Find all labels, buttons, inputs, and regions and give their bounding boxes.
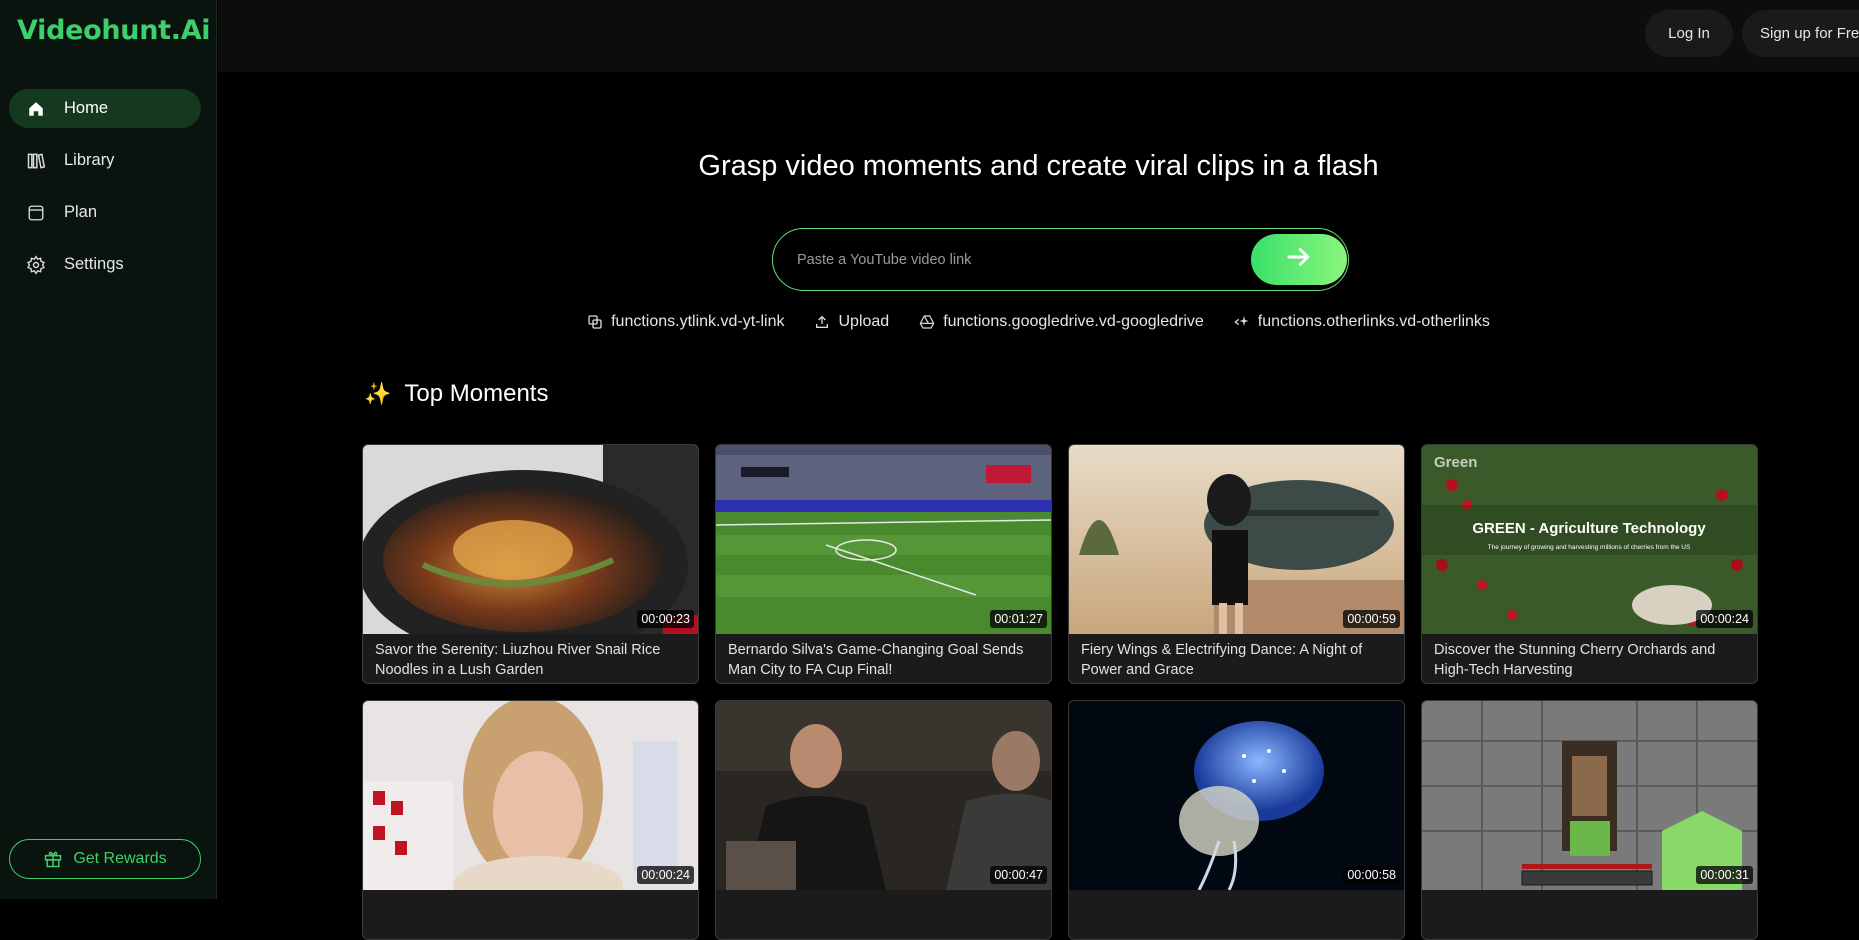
moment-title: Savor the Serenity: Liuzhou River Snail … [375, 642, 661, 678]
sidebar-item-home[interactable]: Home [9, 89, 201, 128]
moment-card[interactable]: 00:00:59 Fiery Wings & Electrifying Danc… [1068, 444, 1405, 684]
source-label: Upload [838, 313, 890, 330]
google-drive-icon [919, 314, 935, 330]
brand-logo[interactable]: Videohunt.Ai [17, 15, 211, 46]
video-thumbnail: 00:00:58 [1069, 701, 1404, 890]
source-google-drive[interactable]: functions.googledrive.vd-googledrive [919, 313, 1204, 331]
source-upload[interactable]: Upload [814, 313, 889, 331]
top-moments-heading: ✨ Top Moments [364, 380, 548, 408]
video-duration: 00:00:47 [990, 866, 1047, 884]
video-thumbnail: 00:01:27 [716, 445, 1051, 634]
video-duration: 00:00:24 [1696, 610, 1753, 628]
video-duration: 00:00:24 [637, 866, 694, 884]
video-thumbnail: 00:00:47 [716, 701, 1051, 890]
login-button[interactable]: Log In [1645, 10, 1733, 57]
thumbnail-title-text: GREEN - Agriculture Technology [1472, 520, 1706, 537]
home-icon [25, 98, 47, 120]
video-duration: 00:01:27 [990, 610, 1047, 628]
moment-title: Discover the Stunning Cherry Orchards an… [1434, 642, 1716, 678]
moment-title: Bernardo Silva's Game-Changing Goal Send… [728, 642, 1024, 678]
channel-watermark: Green [1434, 454, 1477, 471]
sidebar-item-label: Library [64, 151, 115, 169]
sparkles-icon: ✨ [364, 381, 392, 406]
source-youtube-link[interactable]: functions.ytlink.vd-yt-link [587, 313, 784, 331]
sidebar-nav: Home Library Plan Settings [9, 89, 201, 297]
sidebar-item-label: Home [64, 99, 109, 117]
video-link-input[interactable] [797, 247, 1237, 273]
arrow-right-icon [1284, 242, 1314, 277]
sidebar-item-library[interactable]: Library [9, 141, 201, 180]
video-thumbnail: 00:00:31 [1422, 701, 1757, 890]
sidebar-item-label: Plan [64, 203, 98, 221]
video-duration: 00:00:58 [1343, 866, 1400, 884]
source-label: functions.otherlinks.vd-otherlinks [1257, 313, 1490, 330]
submit-link-button[interactable] [1251, 234, 1347, 285]
library-icon [25, 150, 47, 172]
link-icon [587, 314, 603, 330]
moment-card[interactable]: 00:00:24 [362, 700, 699, 940]
video-duration: 00:00:59 [1343, 610, 1400, 628]
video-duration: 00:00:23 [637, 610, 694, 628]
get-rewards-button[interactable]: Get Rewards [9, 839, 201, 879]
gift-icon [43, 849, 63, 869]
hero-title: Grasp video moments and create viral cli… [698, 150, 1379, 182]
video-link-search [772, 228, 1349, 291]
moment-card[interactable]: 00:00:47 [715, 700, 1052, 940]
section-title: Top Moments [404, 380, 549, 407]
gear-icon [25, 254, 47, 276]
upload-icon [814, 314, 830, 330]
sidebar: Videohunt.Ai Home Library Plan Settings [0, 0, 217, 899]
signup-button[interactable]: Sign up for Free [1742, 10, 1859, 57]
source-other-links[interactable]: functions.otherlinks.vd-otherlinks [1234, 313, 1490, 331]
top-bar [218, 0, 1859, 72]
video-thumbnail: Green GREEN - Agriculture Technology The… [1422, 445, 1757, 634]
video-thumbnail: 00:00:24 [363, 701, 698, 890]
source-label: functions.ytlink.vd-yt-link [611, 313, 785, 330]
sparkle-link-icon [1234, 314, 1250, 330]
video-duration: 00:00:31 [1696, 866, 1753, 884]
source-label: functions.googledrive.vd-googledrive [943, 313, 1204, 330]
video-thumbnail: 00:00:59 [1069, 445, 1404, 634]
thumbnail-subtitle-text: The journey of growing and harvesting mi… [1488, 544, 1691, 551]
plan-icon [25, 202, 47, 224]
sidebar-item-plan[interactable]: Plan [9, 193, 201, 232]
sidebar-item-settings[interactable]: Settings [9, 245, 201, 284]
moment-card[interactable]: 00:00:58 [1068, 700, 1405, 940]
moment-title: Fiery Wings & Electrifying Dance: A Nigh… [1081, 642, 1363, 678]
get-rewards-label: Get Rewards [73, 850, 167, 867]
moment-card[interactable]: 00:01:27 Bernardo Silva's Game-Changing … [715, 444, 1052, 684]
sidebar-item-label: Settings [64, 255, 124, 273]
video-thumbnail: 00:00:23 [363, 445, 698, 634]
moment-card[interactable]: Green GREEN - Agriculture Technology The… [1421, 444, 1758, 684]
moment-card[interactable]: 00:00:23 Savor the Serenity: Liuzhou Riv… [362, 444, 699, 684]
source-options: functions.ytlink.vd-yt-link Upload funct… [218, 313, 1859, 331]
moment-card[interactable]: 00:00:31 [1421, 700, 1758, 940]
